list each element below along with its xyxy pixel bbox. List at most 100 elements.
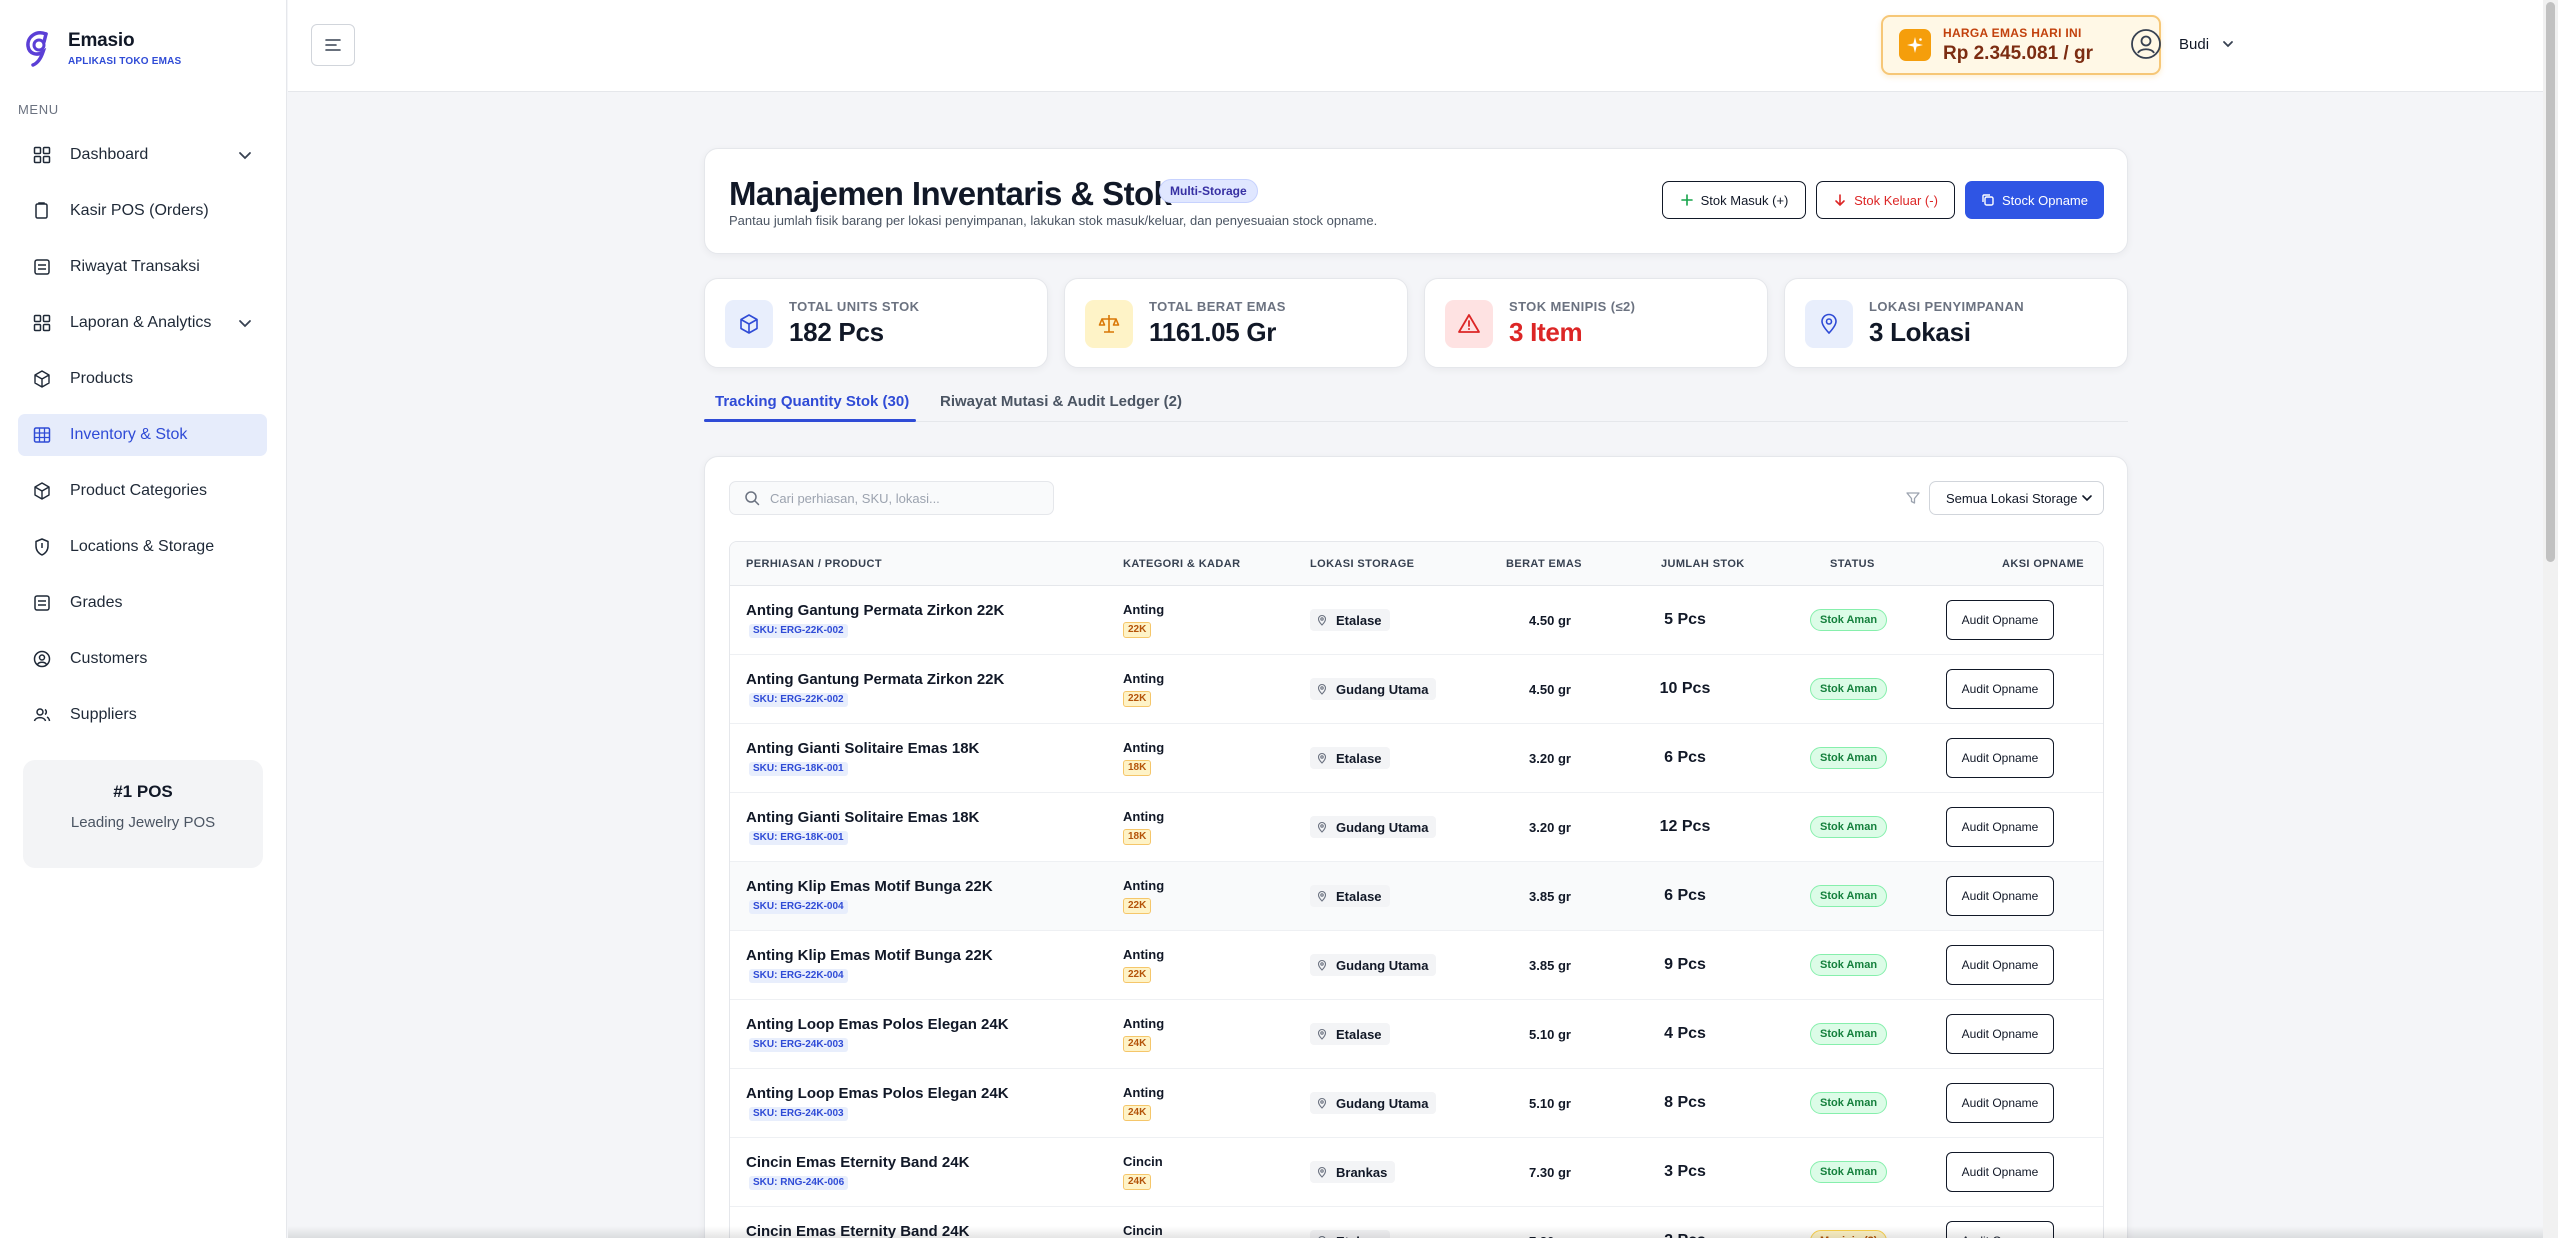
page-header: Manajemen Inventaris & Stok Multi-Storag… (704, 148, 2128, 254)
stat-value: 1161.05 Gr (1149, 317, 1277, 347)
sidebar-item-grades[interactable]: Grades (18, 582, 267, 624)
sidebar-item-dashboard[interactable]: Dashboard (18, 134, 267, 176)
sidebar-item-riwayat-transaksi[interactable]: Riwayat Transaksi (18, 246, 267, 288)
grid-icon (32, 145, 52, 165)
filter-icon (1906, 492, 1920, 504)
location-chip: Etalase (1310, 609, 1390, 631)
sidebar-item-label: Grades (70, 594, 123, 611)
sku-badge: SKU: ERG-22K-002 (749, 624, 848, 638)
stock-out-button[interactable]: Stok Keluar (-) (1816, 181, 1955, 219)
col-status: STATUS (1830, 558, 1875, 570)
sidebar-item-laporan-analytics[interactable]: Laporan & Analytics (18, 302, 267, 344)
grade-badge: 18K (1123, 829, 1152, 845)
grade-badge: 22K (1123, 898, 1152, 914)
gold-weight: 4.50 gr (1529, 682, 1571, 697)
gold-weight: 3.20 gr (1529, 751, 1571, 766)
table-header: PERHIASAN / PRODUCT KATEGORI & KADAR LOK… (730, 542, 2103, 586)
category: Anting (1123, 947, 1165, 962)
chevron-down-icon (239, 320, 251, 328)
user-circle-icon (32, 649, 52, 669)
brand-name: Emasio (68, 29, 135, 51)
active-tab-indicator (704, 419, 916, 422)
sidebar-item-customers[interactable]: Customers (18, 638, 267, 680)
product-name: Anting Gantung Permata Zirkon 22K (746, 602, 1005, 619)
category: Anting (1123, 1085, 1165, 1100)
grade-badge: 22K (1123, 691, 1152, 707)
search-icon (745, 491, 760, 506)
location-chip: Etalase (1310, 885, 1390, 907)
gold-weight: 3.20 gr (1529, 820, 1571, 835)
audit-opname-button[interactable]: Audit Opname (1946, 600, 2054, 640)
sidebar-item-label: Suppliers (70, 706, 137, 723)
category: Anting (1123, 740, 1165, 755)
stock-in-button[interactable]: Stok Masuk (+) (1662, 181, 1806, 219)
gold-weight: 3.85 gr (1529, 889, 1571, 904)
sidebar: Emasio APLIKASI TOKO EMAS MENU Dashboard… (0, 0, 287, 1238)
table-row: Cincin Emas Eternity Band 24K SKU: RNG-24… (730, 1138, 2103, 1207)
gold-price-value: Rp 2.345.081 / gr (1943, 42, 2093, 64)
audit-opname-button[interactable]: Audit Opname (1946, 807, 2054, 847)
status-badge: Stok Aman (1810, 816, 1888, 838)
stock-quantity: 3 Pcs (1664, 1163, 1706, 1180)
stat-label: STOK MENIPIS (≤2) (1509, 299, 1636, 314)
sku-badge: SKU: ERG-22K-004 (749, 900, 848, 914)
gold-weight: 4.50 gr (1529, 613, 1571, 628)
product-name: Anting Klip Emas Motif Bunga 22K (746, 878, 993, 895)
gold-weight: 7.30 gr (1529, 1165, 1571, 1180)
page-scrollbar[interactable] (2543, 0, 2558, 1238)
sidebar-item-suppliers[interactable]: Suppliers (18, 694, 267, 736)
audit-opname-button[interactable]: Audit Opname (1946, 1014, 2054, 1054)
sidebar-item-kasir-pos-orders[interactable]: Kasir POS (Orders) (18, 190, 267, 232)
receipt-icon (32, 257, 52, 277)
category: Anting (1123, 878, 1165, 893)
audit-opname-button[interactable]: Audit Opname (1946, 669, 2054, 709)
receipt-icon (32, 593, 52, 613)
sku-badge: SKU: ERG-18K-001 (749, 831, 848, 845)
sku-badge: SKU: ERG-24K-003 (749, 1107, 848, 1121)
plus-icon (1680, 194, 1693, 206)
map-pin-icon (1317, 1166, 1327, 1178)
cube-icon (725, 300, 773, 348)
brand[interactable]: Emasio APLIKASI TOKO EMAS (24, 28, 181, 68)
col-action: AKSI OPNAME (2002, 558, 2085, 570)
stat-label: LOKASI PENYIMPANAN (1869, 299, 2025, 314)
product-name: Anting Loop Emas Polos Elegan 24K (746, 1085, 1009, 1102)
user-menu[interactable]: Budi (2130, 28, 2235, 60)
audit-opname-button[interactable]: Audit Opname (1946, 1083, 2054, 1123)
stock-opname-label: Stock Opname (2002, 192, 2088, 208)
stat-card-total-berat-emas: TOTAL BERAT EMAS 1161.05 Gr (1064, 278, 1408, 368)
audit-opname-button[interactable]: Audit Opname (1946, 945, 2054, 985)
gold-price-badge: HARGA EMAS HARI INI Rp 2.345.081 / gr (1881, 15, 2161, 75)
stat-value: 3 Item (1509, 317, 1583, 347)
stat-card-lokasi-penyimpanan: LOKASI PENYIMPANAN 3 Lokasi (1784, 278, 2128, 368)
map-pin-icon (1317, 614, 1327, 626)
sidebar-item-product-categories[interactable]: Product Categories (18, 470, 267, 512)
box-icon (32, 369, 52, 389)
menu-toggle-button[interactable] (311, 24, 355, 66)
audit-opname-button[interactable]: Audit Opname (1946, 1152, 2054, 1192)
product-name: Anting Gianti Solitaire Emas 18K (746, 809, 980, 826)
stat-card-stok-menipis-2: STOK MENIPIS (≤2) 3 Item (1424, 278, 1768, 368)
sidebar-item-locations-storage[interactable]: Locations & Storage (18, 526, 267, 568)
user-avatar-icon (2131, 29, 2161, 59)
sidebar-item-label: Products (70, 370, 134, 387)
audit-opname-button[interactable]: Audit Opname (1946, 876, 2054, 916)
location-name: Etalase (1336, 750, 1382, 766)
multi-storage-badge: Multi-Storage (1159, 179, 1258, 203)
sidebar-item-products[interactable]: Products (18, 358, 267, 400)
stock-opname-button[interactable]: Stock Opname (1965, 181, 2104, 219)
map-pin-icon (1317, 1097, 1327, 1109)
sidebar-item-label: Dashboard (70, 146, 149, 163)
scrollbar-thumb[interactable] (2546, 2, 2555, 562)
location-filter-select[interactable]: Semua Lokasi Storage (1929, 481, 2104, 515)
tab-audit-ledger[interactable]: Riwayat Mutasi & Audit Ledger (2) (940, 393, 1182, 410)
stat-label: TOTAL UNITS STOK (789, 299, 920, 314)
search-box[interactable] (729, 481, 1054, 515)
product-name: Anting Klip Emas Motif Bunga 22K (746, 947, 993, 964)
tab-tracking-quantity[interactable]: Tracking Quantity Stok (30) (715, 393, 909, 410)
sidebar-item-label: Laporan & Analytics (70, 314, 212, 331)
audit-opname-button[interactable]: Audit Opname (1946, 738, 2054, 778)
search-input[interactable] (770, 490, 1040, 506)
sidebar-item-inventory-stok[interactable]: Inventory & Stok (18, 414, 267, 456)
location-name: Brankas (1336, 1164, 1388, 1180)
